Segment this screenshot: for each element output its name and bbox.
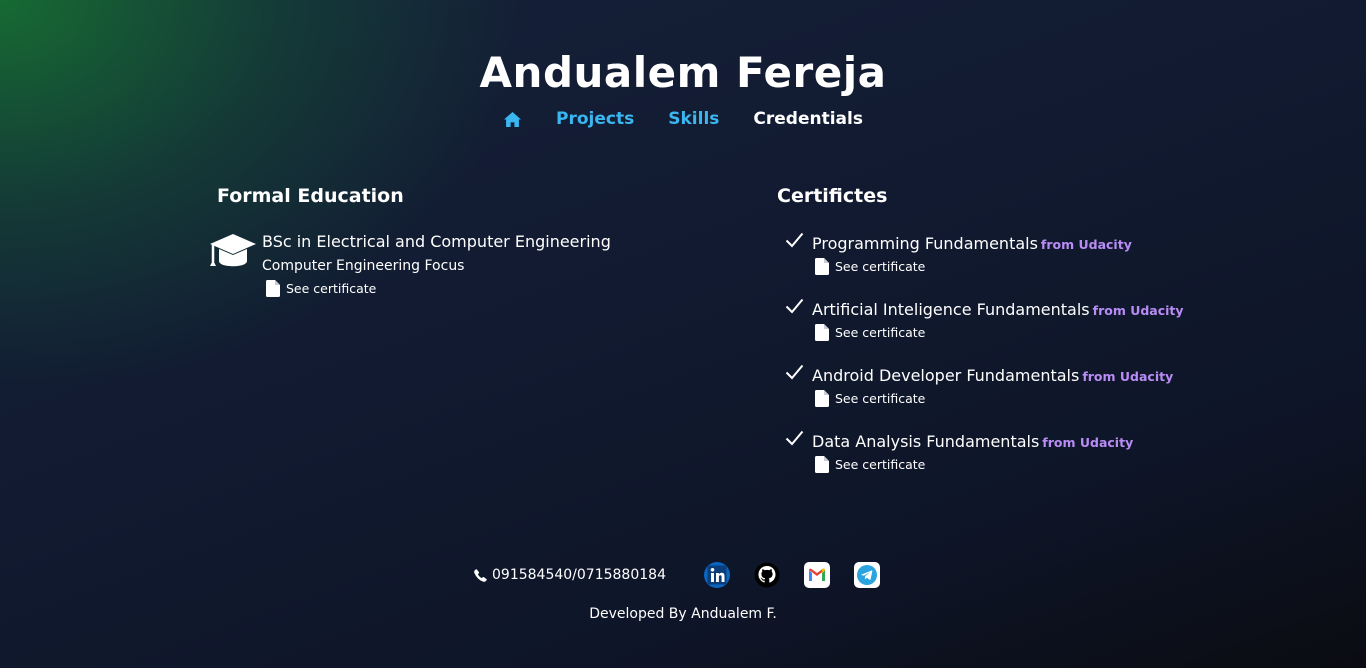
file-icon [815, 456, 829, 473]
graduation-cap-icon [210, 234, 256, 267]
contact-bar: 091584540/0715880184 [0, 562, 1366, 588]
nav-credentials-link[interactable]: Credentials [753, 109, 863, 129]
main-nav: Projects Skills Credentials [0, 106, 1366, 132]
checkmark-icon [785, 298, 804, 314]
phone-contact: 091584540/0715880184 [474, 567, 666, 583]
page-title: Andualem Fereja [479, 48, 887, 97]
github-icon [754, 562, 780, 588]
certificate-name: Programming Fundamentals from Udacity [812, 234, 1132, 253]
education-heading: Formal Education [217, 185, 404, 207]
degree-title: BSc in Electrical and Computer Engineeri… [262, 232, 611, 251]
page-footer: 091584540/0715880184 Developed By Andual… [0, 562, 1366, 622]
checkmark-icon [785, 364, 804, 380]
see-certificate-label: See certificate [286, 281, 377, 296]
see-certificate-label: See certificate [835, 325, 926, 340]
certificate-name: Artificial Inteligence Fundamentals from … [812, 300, 1184, 319]
certificate-name: Data Analysis Fundamentals from Udacity [812, 432, 1134, 451]
file-icon [815, 324, 829, 341]
telegram-link[interactable] [853, 562, 880, 588]
certificate-source: from Udacity [1042, 435, 1134, 450]
github-link[interactable] [754, 562, 780, 588]
gmail-icon [803, 562, 830, 588]
degree-focus: Computer Engineering Focus [262, 258, 465, 274]
certificate-source: from Udacity [1040, 237, 1132, 252]
footer-credit: Developed By Andualem F. [589, 606, 777, 622]
education-certificate-link[interactable]: See certificate [266, 280, 376, 297]
certificate-name: Android Developer Fundamentals from Udaci… [812, 366, 1174, 385]
page-header: Andualem Fereja Projects Skills Credenti… [0, 46, 1366, 132]
file-icon [815, 258, 829, 275]
certificate-link[interactable]: See certificate [815, 390, 925, 407]
gmail-link[interactable] [803, 562, 830, 588]
home-icon [504, 111, 522, 127]
see-certificate-label: See certificate [835, 259, 926, 274]
linkedin-link[interactable] [703, 562, 730, 588]
phone-icon [474, 568, 487, 582]
checkmark-icon [785, 430, 804, 446]
certificate-link[interactable]: See certificate [815, 456, 925, 473]
telegram-icon [853, 562, 880, 588]
nav-projects-link[interactable]: Projects [556, 109, 634, 129]
certificate-link[interactable]: See certificate [815, 258, 925, 275]
nav-skills-link[interactable]: Skills [668, 109, 719, 129]
nav-home-link[interactable] [503, 111, 522, 128]
certificates-heading: Certifictes [777, 185, 888, 207]
certificate-source: from Udacity [1092, 303, 1184, 318]
phone-number: 091584540/0715880184 [492, 567, 666, 583]
certificate-link[interactable]: See certificate [815, 324, 925, 341]
certificate-source: from Udacity [1082, 369, 1174, 384]
checkmark-icon [785, 232, 804, 248]
see-certificate-label: See certificate [835, 457, 926, 472]
file-icon [815, 390, 829, 407]
linkedin-icon [703, 562, 730, 588]
file-icon [266, 280, 280, 297]
see-certificate-label: See certificate [835, 391, 926, 406]
